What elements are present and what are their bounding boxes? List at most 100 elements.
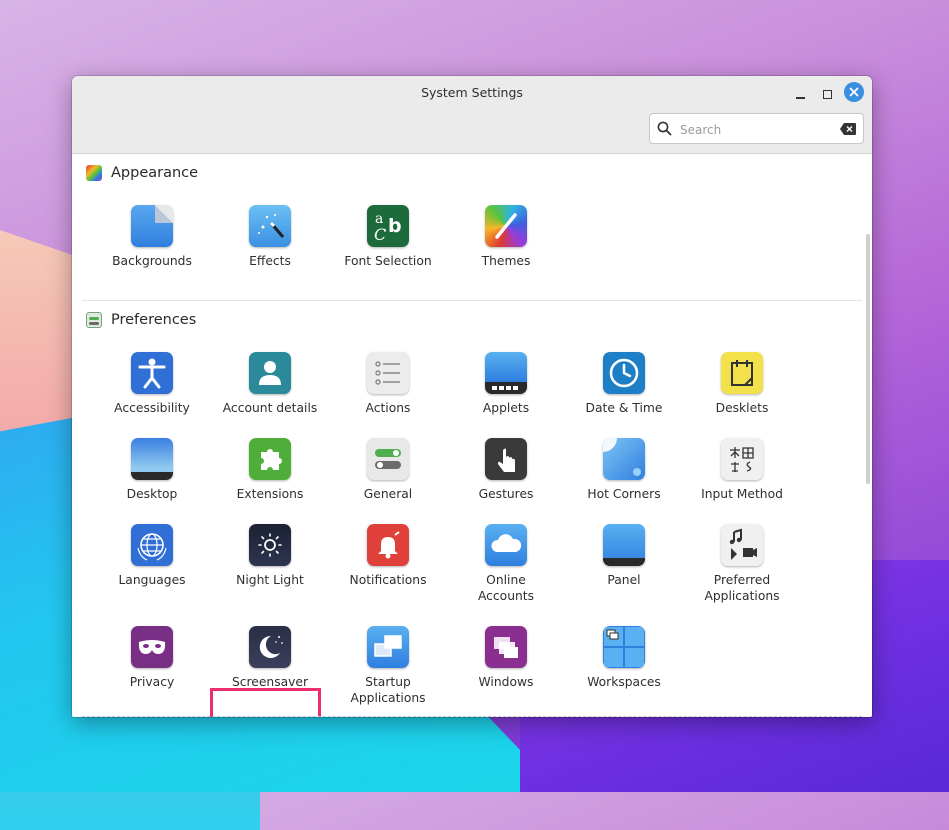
settings-item-gestures[interactable]: Gestures: [447, 438, 565, 502]
settings-item-screensaver[interactable]: Screensaver: [211, 626, 329, 690]
item-label: Input Method: [701, 487, 783, 501]
settings-item-effects[interactable]: Effects: [211, 205, 329, 269]
section-divider: [82, 300, 862, 301]
maximize-icon: [822, 89, 832, 99]
section-header-appearance: Appearance: [86, 165, 198, 181]
settings-item-applets[interactable]: Applets: [447, 352, 565, 416]
preferences-icon: [86, 312, 102, 328]
highlight-box: [210, 688, 321, 717]
settings-item-windows[interactable]: Windows: [447, 626, 565, 690]
settings-item-preferred-applications[interactable]: Preferred Applications: [683, 524, 801, 604]
night-light-icon: [249, 524, 291, 566]
item-label: Desktop: [126, 487, 178, 501]
moon-icon: [249, 626, 291, 668]
minimize-icon: [795, 97, 805, 99]
search-input[interactable]: [678, 119, 832, 141]
close-button[interactable]: [844, 82, 864, 102]
account-details-icon: [249, 352, 291, 394]
item-label: Date & Time: [585, 401, 663, 415]
settings-item-actions[interactable]: Actions: [329, 352, 447, 416]
section-label: Appearance: [111, 165, 199, 181]
item-label: Windows: [478, 675, 534, 689]
settings-item-languages[interactable]: Languages: [93, 524, 211, 588]
item-label: Accessibility: [114, 401, 190, 415]
accessibility-icon: [131, 352, 173, 394]
settings-item-backgrounds[interactable]: Backgrounds: [93, 205, 211, 269]
settings-item-online-accounts[interactable]: Online Accounts: [447, 524, 565, 604]
content-bottom-edge: [82, 716, 862, 717]
item-label: Account details: [222, 401, 318, 415]
effects-icon: [249, 205, 291, 247]
item-label: Font Selection: [344, 254, 432, 268]
maximize-button[interactable]: [817, 84, 837, 104]
settings-item-font-selection[interactable]: aCb Font Selection: [329, 205, 447, 269]
item-label: Desklets: [715, 401, 769, 415]
item-label: Panel: [607, 573, 641, 587]
close-icon: [849, 87, 859, 97]
settings-item-extensions[interactable]: Extensions: [211, 438, 329, 502]
item-label: Effects: [249, 254, 291, 268]
desklets-icon: [721, 352, 763, 394]
startup-applications-icon: [367, 626, 409, 668]
scrollbar[interactable]: [866, 234, 870, 484]
gestures-icon: [485, 438, 527, 480]
item-label: Extensions: [236, 487, 304, 501]
puzzle-icon: [249, 438, 291, 480]
settings-item-desklets[interactable]: Desklets: [683, 352, 801, 416]
search-icon: [657, 121, 672, 136]
actions-icon: [367, 352, 409, 394]
item-label: Startup Applications: [350, 675, 426, 705]
settings-item-startup-applications[interactable]: Startup Applications: [329, 626, 447, 706]
settings-item-notifications[interactable]: Notifications: [329, 524, 447, 588]
titlebar: System Settings: [72, 76, 872, 154]
languages-icon: [131, 524, 173, 566]
windows-icon: [485, 626, 527, 668]
settings-item-desktop[interactable]: Desktop: [93, 438, 211, 502]
settings-item-themes[interactable]: Themes: [447, 205, 565, 269]
bell-icon: [367, 524, 409, 566]
item-label: General: [363, 487, 413, 501]
minimize-button[interactable]: [790, 84, 810, 104]
system-settings-window: System Settings Appearance Backgrounds: [72, 76, 872, 717]
clock-icon: [603, 352, 645, 394]
svg-text:b: b: [388, 215, 402, 237]
input-method-icon: [721, 438, 763, 480]
workspaces-icon: [603, 626, 645, 668]
settings-item-hot-corners[interactable]: Hot Corners: [565, 438, 683, 502]
item-label: Actions: [365, 401, 411, 415]
backgrounds-icon: [131, 205, 173, 247]
settings-content: Appearance Backgrounds Effects aCb Font …: [72, 154, 872, 717]
general-icon: [367, 438, 409, 480]
item-label: Workspaces: [587, 675, 661, 689]
item-label: Applets: [482, 401, 530, 415]
settings-item-workspaces[interactable]: Workspaces: [565, 626, 683, 690]
cloud-icon: [485, 524, 527, 566]
section-label: Preferences: [111, 312, 197, 328]
item-label: Themes: [481, 254, 531, 268]
settings-item-general[interactable]: General: [329, 438, 447, 502]
appearance-icon: [86, 165, 102, 181]
section-header-preferences: Preferences: [86, 312, 196, 328]
settings-item-date-time[interactable]: Date & Time: [565, 352, 683, 416]
item-label: Preferred Applications: [704, 573, 780, 603]
item-label: Hot Corners: [587, 487, 661, 501]
svg-text:C: C: [374, 225, 386, 244]
item-label: Online Accounts: [477, 573, 535, 603]
search-field[interactable]: [649, 113, 864, 144]
desktop-icon: [131, 438, 173, 480]
settings-item-privacy[interactable]: Privacy: [93, 626, 211, 690]
settings-item-input-method[interactable]: Input Method: [683, 438, 801, 502]
item-label: Notifications: [349, 573, 427, 587]
settings-item-accessibility[interactable]: Accessibility: [93, 352, 211, 416]
settings-item-panel[interactable]: Panel: [565, 524, 683, 588]
item-label: Languages: [118, 573, 186, 587]
privacy-mask-icon: [131, 626, 173, 668]
item-label: Backgrounds: [112, 254, 192, 268]
window-title: System Settings: [421, 85, 523, 100]
font-selection-icon: aCb: [367, 205, 409, 247]
item-label: Privacy: [129, 675, 175, 689]
hot-corners-icon: [603, 438, 645, 480]
clear-search-icon[interactable]: [840, 123, 856, 135]
settings-item-account-details[interactable]: Account details: [211, 352, 329, 416]
settings-item-night-light[interactable]: Night Light: [211, 524, 329, 588]
